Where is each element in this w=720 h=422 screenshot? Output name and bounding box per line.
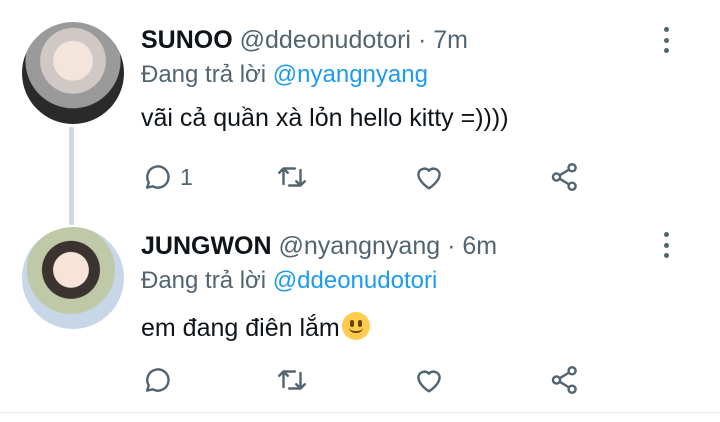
share-icon: [551, 163, 577, 191]
timestamp[interactable]: 7m: [433, 26, 468, 54]
reply-button[interactable]: [140, 360, 174, 400]
like-icon: [417, 370, 441, 393]
reply-button[interactable]: 1: [140, 157, 193, 197]
avatar[interactable]: [22, 22, 124, 124]
reply-icon: [145, 165, 170, 189]
retweet-button[interactable]: [275, 157, 309, 197]
divider: [0, 412, 720, 413]
display-name[interactable]: JUNGWON: [141, 232, 272, 260]
tweet-actions: [0, 360, 720, 400]
like-button[interactable]: [412, 360, 446, 400]
user-handle[interactable]: @nyangnyang: [279, 232, 441, 260]
replying-to: Đang trả lời @ddeonudotori: [141, 269, 437, 293]
like-button[interactable]: [412, 157, 446, 197]
retweet-icon: [278, 167, 306, 187]
tweet-header: SUNOO @ddeonudotori · 7m: [141, 28, 468, 53]
share-icon: [551, 366, 577, 394]
mention-link[interactable]: @ddeonudotori: [273, 267, 437, 294]
retweet-icon: [278, 370, 306, 390]
replying-to-label: Đang trả lời: [141, 61, 267, 88]
tweet[interactable]: SUNOO @ddeonudotori · 7m Đang trả lời @n…: [0, 0, 720, 215]
tweet-header: JUNGWON @nyangnyang · 6m: [141, 234, 497, 259]
replying-to-label: Đang trả lời: [141, 267, 267, 294]
tweet-text-row: em đang điên lắm: [141, 312, 370, 341]
timestamp[interactable]: 6m: [462, 232, 497, 260]
display-name[interactable]: SUNOO: [141, 26, 233, 54]
separator-dot: ·: [447, 232, 456, 260]
user-handle[interactable]: @ddeonudotori: [240, 26, 411, 54]
separator-dot: ·: [417, 26, 427, 54]
more-options-icon[interactable]: [658, 232, 674, 258]
avatar[interactable]: [22, 227, 124, 329]
share-button[interactable]: [548, 157, 582, 197]
like-icon: [417, 167, 441, 190]
retweet-button[interactable]: [275, 360, 309, 400]
more-options-icon[interactable]: [658, 27, 674, 53]
tweet-text: em đang điên lắm: [141, 314, 340, 342]
reply-count: 1: [180, 163, 193, 190]
slightly-smiling-emoji-icon: [341, 312, 370, 340]
thread-connector: [69, 127, 74, 225]
tweet-text: vãi cả quần xà lỏn hello kitty =)))): [141, 104, 509, 132]
tweet[interactable]: JUNGWON @nyangnyang · 6m Đang trả lời @d…: [0, 215, 720, 412]
reply-icon: [145, 368, 170, 392]
share-button[interactable]: [548, 360, 582, 400]
tweet-actions: 1: [0, 157, 720, 197]
mention-link[interactable]: @nyangnyang: [273, 61, 428, 88]
replying-to: Đang trả lời @nyangnyang: [141, 63, 428, 87]
